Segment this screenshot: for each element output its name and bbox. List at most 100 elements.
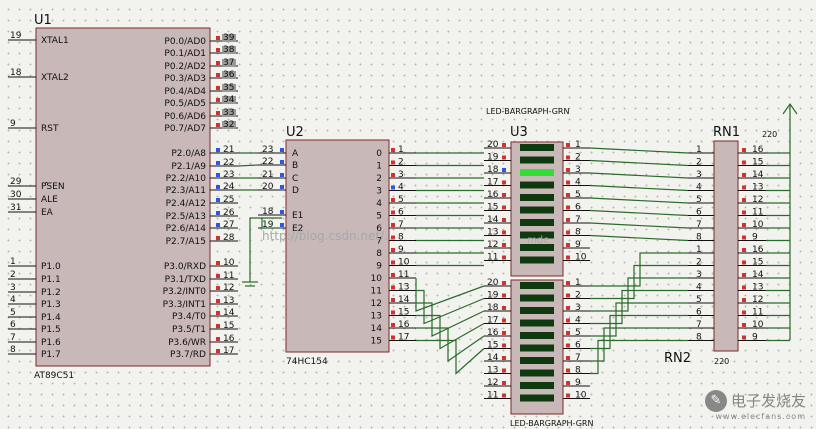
rn-pin-number: 5 bbox=[696, 195, 702, 205]
wire bbox=[590, 264, 688, 300]
u1-pin-marker bbox=[216, 111, 220, 115]
u2-pin-marker bbox=[391, 285, 395, 290]
u1-pin-name: P2.3/A11 bbox=[166, 186, 206, 196]
u1-pin-marker bbox=[216, 311, 220, 315]
bar-pin-marker bbox=[502, 168, 506, 172]
u1-pin-marker bbox=[216, 73, 220, 77]
bar-pin-marker bbox=[566, 281, 570, 285]
rn-pin-number: 4 bbox=[696, 183, 702, 193]
u1-pin-name: P0.7/AD7 bbox=[164, 124, 206, 134]
led-segment bbox=[520, 256, 554, 264]
rn-pin-number: 12 bbox=[752, 295, 763, 305]
u1-pin-name: P2.6/A14 bbox=[166, 224, 207, 234]
rn1-body[interactable] bbox=[713, 140, 739, 352]
bar-pin-number: 12 bbox=[487, 240, 498, 250]
u1-pin-name: P1.2 bbox=[41, 288, 61, 298]
rn-pin-number: 12 bbox=[752, 195, 763, 205]
bar-pin-number: 11 bbox=[487, 253, 498, 263]
wire bbox=[416, 339, 485, 375]
u1-pin-number: 32 bbox=[223, 120, 234, 130]
bar-pin-number: 20 bbox=[487, 140, 499, 150]
rn-pin-marker bbox=[742, 335, 746, 340]
u2-pin-marker bbox=[391, 148, 395, 152]
bar-pin-number: 8 bbox=[575, 366, 581, 376]
u2-pin-marker bbox=[280, 148, 284, 152]
bar-pin-number: 19 bbox=[487, 153, 499, 163]
led-segment bbox=[520, 294, 554, 302]
rn2-value: 220 bbox=[714, 357, 729, 366]
rn-pin-number: 6 bbox=[696, 308, 702, 318]
wire bbox=[415, 278, 485, 312]
u2-pin-name: A bbox=[292, 149, 299, 159]
u1-pin-number: 31 bbox=[10, 203, 21, 213]
elecfans-watermark: ✎ 电子发烧友 www.elecfans.com bbox=[704, 390, 806, 421]
bar-pin-marker bbox=[566, 393, 570, 398]
u1-pin-name: P0.0/AD0 bbox=[164, 37, 206, 47]
u2-pin-number: 20 bbox=[262, 182, 274, 192]
led-segment bbox=[520, 369, 554, 377]
u1-pin-number: 12 bbox=[223, 283, 234, 293]
elecfans-logo-icon: ✎ bbox=[704, 390, 727, 412]
u1-pin-name: P3.7/RD bbox=[170, 350, 206, 360]
u2-pin-number: 14 bbox=[398, 295, 410, 305]
u2-pin-marker bbox=[391, 260, 395, 265]
rn-pin-number: 15 bbox=[752, 158, 763, 168]
u1-pin-name: P0.2/AD2 bbox=[164, 62, 206, 72]
u1-pin-number: 28 bbox=[223, 233, 235, 243]
u2-pin-marker bbox=[391, 298, 395, 302]
rn-pin-marker bbox=[742, 285, 746, 290]
u1-pin-name: P2.5/A13 bbox=[166, 212, 206, 222]
u1-pin-name: XTAL2 bbox=[41, 73, 69, 83]
u1-pin-name: P3.5/T1 bbox=[172, 325, 206, 335]
u2-pin-name: D bbox=[292, 186, 299, 196]
led-segment bbox=[520, 169, 554, 176]
u1-pin-number: 8 bbox=[10, 345, 16, 355]
u2-pin-marker bbox=[391, 248, 395, 252]
u1-pin-marker bbox=[216, 261, 220, 265]
bar-pin-marker bbox=[502, 356, 506, 360]
schematic-canvas: U1 AT89C51 19 XTAL1 18 XTAL2 9 RST 29 PSEN 30 ALE… bbox=[0, 0, 816, 429]
bar-pin-number: 18 bbox=[487, 303, 499, 313]
u2-pin-name: 10 bbox=[371, 274, 383, 284]
u2-part: 74HC154 bbox=[286, 357, 328, 367]
u2-pin-number: 7 bbox=[398, 220, 404, 230]
rn-pin-number: 4 bbox=[696, 283, 702, 293]
u1-pin-number: 6 bbox=[10, 320, 16, 330]
u2-ref: U2 bbox=[286, 125, 304, 140]
u2-pin-marker bbox=[280, 185, 284, 189]
u1-pin-name: P2.2/A10 bbox=[166, 174, 207, 184]
u1-pin-name: P1.0 bbox=[41, 262, 61, 272]
bar-pin-number: 12 bbox=[487, 378, 498, 388]
led-segment bbox=[520, 344, 554, 352]
u2-pin-marker bbox=[391, 198, 395, 202]
bar-pin-number: 19 bbox=[487, 291, 499, 301]
u1-pin-name: RST bbox=[41, 124, 59, 134]
u1-pin-name: P0.5/AD5 bbox=[164, 99, 206, 109]
u1-pin-number: 25 bbox=[223, 195, 234, 205]
u2-pin-number: 11 bbox=[398, 270, 409, 280]
u2-left-pins: 23 A22 B21 C20 D18 E119 E2 bbox=[258, 145, 303, 234]
u2-pin-marker bbox=[280, 210, 284, 214]
rn-pin-marker bbox=[742, 298, 746, 302]
u2-pin-number: 10 bbox=[398, 258, 410, 268]
u1-pin-number: 16 bbox=[223, 334, 235, 344]
rn-pin-marker bbox=[742, 323, 746, 327]
bar-pin-number: 14 bbox=[487, 353, 499, 363]
u2-pin-marker bbox=[391, 323, 395, 327]
bar-pin-marker bbox=[502, 255, 506, 260]
led-segment bbox=[520, 144, 554, 151]
u1-pin-marker bbox=[216, 148, 220, 152]
bar-pin-marker bbox=[502, 193, 506, 197]
u2-pin-number: 13 bbox=[398, 283, 409, 293]
bar-pin-number: 10 bbox=[575, 253, 587, 263]
u1-pin-marker bbox=[216, 123, 220, 127]
u1-pin-number: 14 bbox=[223, 308, 235, 318]
bar-pin-number: 15 bbox=[487, 341, 498, 351]
u1-pin-marker bbox=[216, 223, 220, 227]
u1-pin-name: P1.4 bbox=[41, 313, 61, 323]
rn-pin-number: 15 bbox=[752, 258, 763, 268]
rn-pin-number: 7 bbox=[696, 320, 702, 330]
bar-pin-marker bbox=[566, 155, 570, 160]
bar-pin-marker bbox=[566, 255, 570, 260]
u2-pin-number: 1 bbox=[398, 145, 404, 155]
